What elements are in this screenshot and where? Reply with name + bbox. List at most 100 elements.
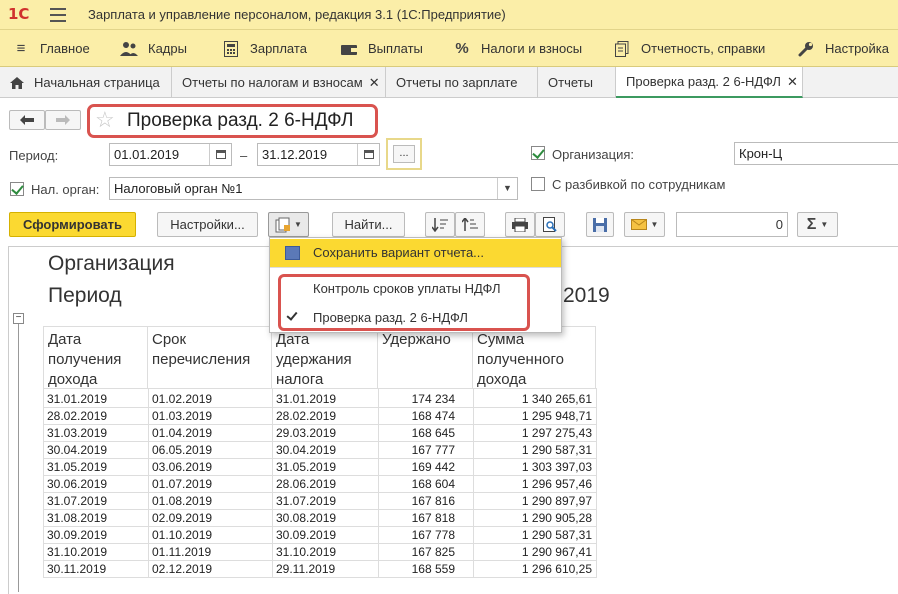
printer-icon [512, 217, 528, 232]
table-cell: 28.06.2019 [276, 477, 337, 491]
table-cell: 1 290 905,28 [521, 511, 592, 525]
tax-authority-checkbox[interactable] [10, 182, 24, 196]
table-cell: 168 559 [411, 562, 455, 576]
table-cell: 02.12.2019 [152, 562, 213, 576]
hamburger-icon: ≡ [16, 40, 26, 57]
documents-icon [613, 40, 631, 58]
table-cell: 1 290 967,41 [521, 545, 592, 559]
table-cell: 28.02.2019 [47, 409, 108, 423]
sort-ascending-button[interactable] [425, 212, 455, 237]
print-preview-icon [543, 216, 557, 232]
by-employee-checkbox[interactable] [531, 177, 545, 191]
table-cell: 31.07.2019 [47, 494, 108, 508]
grid-line [43, 407, 596, 408]
report-heading-period: Период [48, 284, 122, 307]
forward-button[interactable] [45, 110, 81, 130]
table-cell: 1 296 957,46 [521, 477, 592, 491]
table-cell: 30.09.2019 [276, 528, 337, 542]
save-button[interactable] [586, 212, 614, 237]
sort-descending-icon [462, 217, 478, 231]
table-cell: 168 604 [411, 477, 455, 491]
print-preview-button[interactable] [535, 212, 565, 237]
menu-item-personnel[interactable]: Кадры [120, 30, 187, 67]
tab-bar: Начальная страница Отчеты по налогам и в… [0, 67, 898, 98]
menu-item-main[interactable]: ≡ Главное [12, 30, 90, 67]
table-cell: 29.03.2019 [276, 426, 337, 440]
table-cell: 30.08.2019 [276, 511, 337, 525]
organization-checkbox[interactable] [531, 146, 545, 160]
table-cell: 167 825 [411, 545, 455, 559]
column-header: Сумма полученного дохода [473, 326, 596, 388]
calendar-icon[interactable] [357, 144, 379, 165]
table-cell: 1 290 587,31 [521, 528, 592, 542]
percent-icon: % [455, 40, 469, 57]
period-from-input[interactable]: 01.01.2019 [109, 143, 232, 166]
tab-tax-reports[interactable]: Отчеты по налогам и взносам ✕ [172, 67, 386, 98]
tax-authority-select[interactable]: Налоговый орган №1 ▼ [109, 177, 518, 200]
table-cell: 31.10.2019 [276, 545, 337, 559]
grid-line [43, 492, 596, 493]
menu-highlight-frame [278, 274, 530, 331]
table-cell: 1 303 397,03 [521, 460, 592, 474]
table-cell: 30.11.2019 [47, 562, 107, 576]
table-cell: 01.11.2019 [152, 545, 212, 559]
report-variant-button[interactable]: ▼ [268, 212, 309, 237]
menu-separator [270, 267, 561, 268]
table-cell: 02.09.2019 [152, 511, 213, 525]
report-heading-organization: Организация [48, 252, 175, 275]
close-icon[interactable]: ✕ [369, 75, 380, 91]
table-cell: 1 290 897,97 [521, 494, 592, 508]
generate-button[interactable]: Сформировать [9, 212, 136, 237]
chevron-down-icon: ▼ [820, 220, 829, 229]
grid-line [43, 526, 596, 527]
calendar-icon[interactable] [209, 144, 231, 165]
title-bar: 1С Зарплата и управление персоналом, ред… [0, 0, 898, 30]
period-to-input[interactable]: 31.12.2019 [257, 143, 380, 166]
ellipsis-icon: ... [393, 145, 415, 163]
find-button[interactable]: Найти... [332, 212, 405, 237]
table-cell: 167 778 [411, 528, 455, 542]
tab-check-6ndfl[interactable]: Проверка разд. 2 6-НДФЛ ✕ [616, 67, 803, 98]
table-cell: 1 297 275,43 [521, 426, 592, 440]
chevron-down-icon[interactable]: ▼ [497, 178, 517, 199]
send-email-button[interactable]: ▼ [624, 212, 665, 237]
table-cell: 1 340 265,61 [521, 392, 592, 406]
settings-button[interactable]: Настройки... [157, 212, 258, 237]
tab-reports[interactable]: Отчеты [538, 67, 616, 98]
table-cell: 167 777 [411, 443, 455, 457]
table-cell: 01.02.2019 [152, 392, 213, 406]
menu-item-save-variant[interactable]: Сохранить вариант отчета... [270, 239, 561, 267]
calculator-icon [222, 40, 240, 58]
menu-item-taxes[interactable]: % Налоги и взносы [453, 30, 582, 67]
menu-item-salary[interactable]: Зарплата [222, 30, 307, 67]
window-title: Зарплата и управление персоналом, редакц… [88, 7, 506, 22]
hamburger-icon[interactable] [50, 8, 66, 22]
envelope-icon [630, 219, 647, 230]
grid-line [43, 424, 596, 425]
sum-value-field[interactable]: 0 [676, 212, 788, 237]
table-cell: 169 442 [411, 460, 455, 474]
back-button[interactable] [9, 110, 45, 130]
menu-item-settings[interactable]: Настройка [797, 30, 889, 67]
grid-line [43, 560, 596, 561]
table-cell: 03.06.2019 [152, 460, 213, 474]
organization-input[interactable]: Крон-Ц [734, 142, 898, 165]
group-line [18, 322, 19, 592]
tab-home[interactable]: Начальная страница [0, 67, 172, 98]
period-dash: – [240, 148, 248, 163]
close-icon[interactable]: ✕ [787, 74, 798, 90]
table-cell: 1 295 948,71 [521, 409, 592, 423]
tax-authority-label: Нал. орган: [31, 182, 100, 197]
sort-descending-button[interactable] [455, 212, 485, 237]
table-cell: 31.03.2019 [47, 426, 108, 440]
tab-salary-reports[interactable]: Отчеты по зарплате [386, 67, 538, 98]
floppy-icon [593, 217, 607, 232]
sum-button[interactable]: Σ ▼ [797, 212, 838, 237]
collapse-group-icon[interactable]: − [13, 313, 24, 324]
column-header: Срок перечисления [148, 326, 272, 388]
star-icon[interactable]: ☆ [95, 109, 115, 131]
menu-item-payments[interactable]: Выплаты [340, 30, 423, 67]
period-select-button[interactable]: ... [386, 138, 422, 170]
menu-item-reports[interactable]: Отчетность, справки [613, 30, 765, 67]
print-button[interactable] [505, 212, 535, 237]
